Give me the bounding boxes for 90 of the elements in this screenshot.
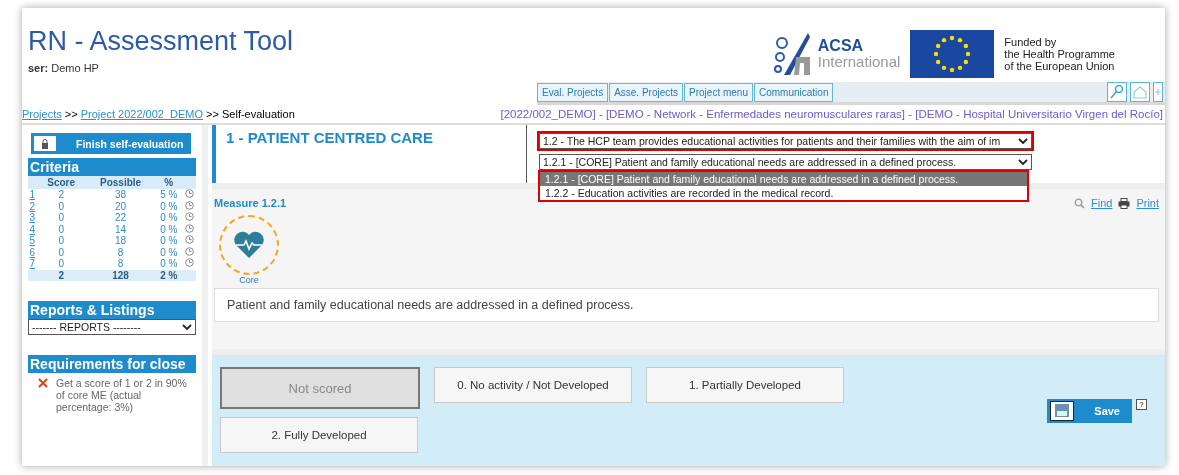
home-icon[interactable] <box>1130 82 1150 102</box>
lock-icon <box>41 138 49 149</box>
criteria-header: Criteria <box>28 158 196 176</box>
save-button[interactable]: Save <box>1047 399 1132 423</box>
measure-select[interactable]: 1.2.1 - [CORE] Patient and family educational needs are addressed in a defined process. <box>539 154 1032 170</box>
table-cell: 8 <box>85 258 156 270</box>
help-icon[interactable]: ? <box>1136 399 1147 410</box>
criterion-link[interactable]: 7 <box>29 258 36 270</box>
dropdown-option[interactable]: 1.2.1 - [CORE] Patient and family educational needs are addressed in a defined process. <box>540 172 1027 186</box>
project-context: [2022/002_DEMO] - [DEMO - Network - Enfermedades neuromusculares raras] - [DEMO - Hospital Universitario Virgen del Rocío] <box>500 108 1163 120</box>
funding-text: the Health Programme <box>1004 48 1115 60</box>
criterion-link[interactable]: 5 <box>29 235 36 247</box>
table-cell-text: 22 <box>114 212 128 224</box>
criterion-link[interactable]: 6 <box>29 246 36 258</box>
chevron-down-icon <box>1018 137 1028 145</box>
table-cell-text: 20 <box>114 200 128 212</box>
table-cell-text: 0 % <box>159 200 179 212</box>
table-cell-text: 0 <box>57 200 65 212</box>
breadcrumb-link[interactable]: Projects <box>22 108 62 120</box>
table-cell: 5 % <box>155 189 183 201</box>
table-cell: 2 % <box>155 269 183 281</box>
find-link[interactable]: Find <box>1090 197 1113 209</box>
funding-text: Funded by <box>1004 36 1058 48</box>
criterion-link[interactable]: 3 <box>29 212 36 224</box>
measure-title: Measure 1.2.1 <box>214 197 287 209</box>
table-cell-text: 0 % <box>159 223 179 235</box>
table-cell: 128 <box>85 269 156 281</box>
reports-select[interactable]: ------- REPORTS -------- <box>28 319 196 335</box>
section-title: 1 - PATIENT CENTRED CARE <box>212 125 527 183</box>
table-cell: 0 % <box>155 258 183 270</box>
score-option-button[interactable]: 1. Partially Developed <box>646 367 844 403</box>
search-icon <box>1073 197 1085 209</box>
chevron-down-icon <box>1018 158 1028 166</box>
logo-subtitle: International <box>817 54 901 70</box>
nav-button[interactable]: Eval. Projects <box>537 82 609 102</box>
badge-label: Core <box>239 275 259 285</box>
table-cell: 2 <box>36 269 86 281</box>
column-header: % <box>155 176 183 189</box>
clock-icon[interactable] <box>184 189 194 199</box>
column-header: Score <box>36 176 86 189</box>
table-cell: 0 <box>36 258 86 270</box>
chevron-down-icon <box>182 323 192 331</box>
printer-icon <box>1118 197 1131 209</box>
breadcrumb-separator: >> <box>64 108 78 120</box>
nav-button[interactable]: Communication <box>754 82 834 102</box>
column-header: Possible <box>85 176 156 189</box>
heart-pulse-icon <box>233 231 265 259</box>
clock-icon[interactable] <box>184 223 194 233</box>
clock-icon[interactable] <box>184 246 194 256</box>
requirements-header: Requirements for close <box>28 355 196 373</box>
print-link[interactable]: Print <box>1136 197 1159 209</box>
clock-icon[interactable] <box>184 212 194 222</box>
funding-text: of the European Union <box>1004 60 1115 72</box>
table-cell-text: 0 <box>57 212 65 224</box>
nav-button[interactable]: Asse. Projects <box>609 82 684 102</box>
finish-button[interactable]: Finish self-evaluation <box>31 133 191 154</box>
user-label: ser: Demo HP <box>28 62 100 74</box>
clock-icon[interactable] <box>184 235 194 245</box>
table-cell-text: 18 <box>114 235 128 247</box>
app-title: RN - Assessment Tool <box>28 26 294 56</box>
clock-icon[interactable] <box>184 200 194 210</box>
key-icon[interactable] <box>1107 82 1127 102</box>
table-cell-text: 14 <box>114 223 128 235</box>
eu-flag-icon <box>910 30 995 78</box>
measure-description: Patient and family educational needs are addressed in a defined process. <box>214 288 1159 322</box>
criterion-link[interactable]: 1 <box>29 189 36 201</box>
table-cell: 38 <box>85 189 156 201</box>
table-cell-text: 0 % <box>159 212 179 224</box>
standard-select[interactable]: 1.2 - The HCP team provides educational activities for patients and their families with the aim of im <box>539 133 1032 149</box>
nav-button[interactable]: Project menu <box>684 82 753 102</box>
reports-header: Reports & Listings <box>28 301 196 319</box>
requirement-text: Get a score of 1 or 2 in 90% of core ME (actual percentage: 3%) <box>56 377 188 413</box>
score-option-button[interactable]: 0. No activity / Not Developed <box>434 367 632 403</box>
plus-icon[interactable] <box>1153 82 1163 102</box>
criterion-link[interactable]: 4 <box>29 223 36 235</box>
table-cell-text: 8 <box>116 246 125 258</box>
criterion-link[interactable]: 2 <box>29 200 36 212</box>
dropdown-option[interactable]: 1.2.2 - Education activities are recorded in the medical record. <box>540 186 1027 200</box>
breadcrumb-link[interactable]: Project 2022/002_DEMO <box>80 108 204 120</box>
table-cell-text: 0 <box>57 235 65 247</box>
table-cell-text: 0 <box>57 246 65 258</box>
score-option-button[interactable]: Not scored <box>220 367 420 409</box>
logo-name: ACSA <box>817 38 865 54</box>
clock-icon[interactable] <box>184 258 194 268</box>
table-cell: 2 <box>36 189 86 201</box>
score-option-button[interactable]: 2. Fully Developed <box>220 417 418 453</box>
table-cell-text: 0 % <box>159 235 179 247</box>
breadcrumb-current: >> Self-evaluation <box>206 108 295 120</box>
table-cell-text: 0 <box>57 223 65 235</box>
table-cell-text: 0 % <box>159 246 179 258</box>
